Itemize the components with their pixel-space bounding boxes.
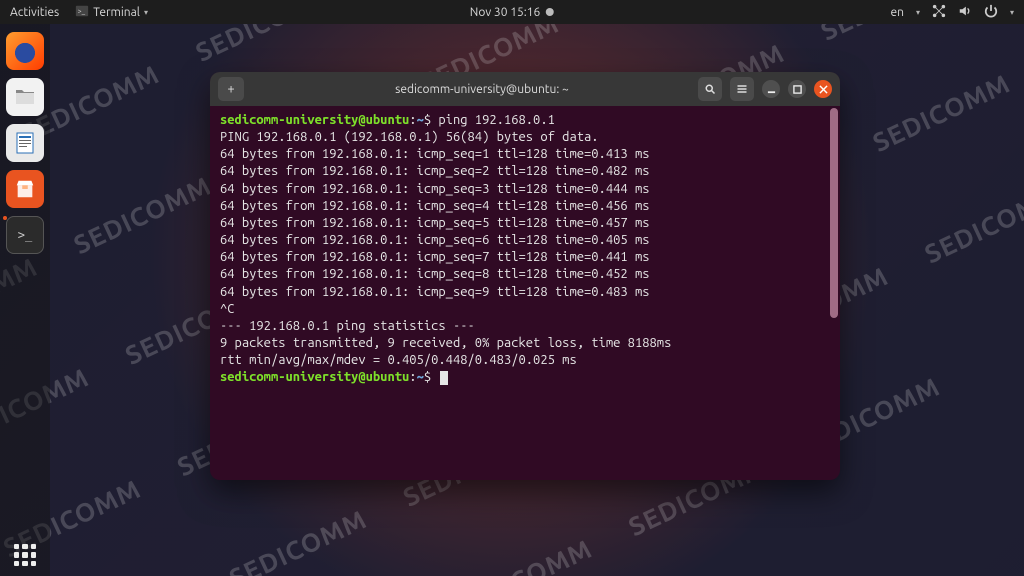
output-line: 64 bytes from 192.168.0.1: icmp_seq=4 tt… bbox=[220, 198, 830, 215]
clock[interactable]: Nov 30 15:16 bbox=[470, 6, 554, 19]
output-line: 9 packets transmitted, 9 received, 0% pa… bbox=[220, 335, 830, 352]
notification-dot-icon bbox=[546, 8, 554, 16]
output-line: 64 bytes from 192.168.0.1: icmp_seq=6 tt… bbox=[220, 232, 830, 249]
apps-grid-icon bbox=[14, 544, 36, 566]
prompt-user: sedicomm-university@ubuntu bbox=[220, 370, 409, 384]
chevron-down-icon: ▾ bbox=[916, 8, 920, 17]
cursor-icon bbox=[440, 371, 448, 385]
svg-text:>_: >_ bbox=[78, 7, 86, 15]
terminal-icon: >_ bbox=[75, 4, 89, 21]
volume-icon[interactable] bbox=[958, 4, 972, 21]
prompt-path: ~ bbox=[417, 370, 424, 384]
output-line: 64 bytes from 192.168.0.1: icmp_seq=1 tt… bbox=[220, 146, 830, 163]
output-line: ^C bbox=[220, 301, 830, 318]
dock-writer[interactable] bbox=[6, 124, 44, 162]
lang-indicator[interactable]: en bbox=[890, 6, 903, 19]
prompt-tail: $ bbox=[424, 370, 431, 384]
output-line: 64 bytes from 192.168.0.1: icmp_seq=5 tt… bbox=[220, 215, 830, 232]
app-menu[interactable]: >_ Terminal ▾ bbox=[75, 4, 148, 21]
show-applications[interactable] bbox=[0, 544, 50, 566]
output-line: 64 bytes from 192.168.0.1: icmp_seq=3 tt… bbox=[220, 181, 830, 198]
window-maximize-button[interactable] bbox=[788, 80, 806, 98]
gnome-topbar: Activities >_ Terminal ▾ Nov 30 15:16 en… bbox=[0, 0, 1024, 24]
output-line: 64 bytes from 192.168.0.1: icmp_seq=2 tt… bbox=[220, 163, 830, 180]
output-line: --- 192.168.0.1 ping statistics --- bbox=[220, 318, 830, 335]
dock bbox=[0, 24, 50, 576]
window-title: sedicomm-university@ubuntu: ~ bbox=[308, 83, 656, 96]
prompt-user: sedicomm-university@ubuntu bbox=[220, 113, 409, 127]
terminal-window: + sedicomm-university@ubuntu: ~ sedicomm… bbox=[210, 72, 840, 480]
power-icon[interactable] bbox=[984, 4, 998, 21]
activities-button[interactable]: Activities bbox=[10, 6, 59, 19]
command-text: ping 192.168.0.1 bbox=[438, 113, 554, 127]
scrollbar[interactable] bbox=[830, 108, 838, 318]
terminal-body[interactable]: sedicomm-university@ubuntu:~$ ping 192.1… bbox=[210, 106, 840, 480]
chevron-down-icon: ▾ bbox=[144, 8, 148, 17]
prompt-tail: $ bbox=[424, 113, 431, 127]
prompt-line: sedicomm-university@ubuntu:~$ ping 192.1… bbox=[220, 112, 830, 129]
dock-firefox[interactable] bbox=[6, 32, 44, 70]
search-button[interactable] bbox=[698, 77, 722, 101]
prompt-line: sedicomm-university@ubuntu:~$ bbox=[220, 369, 830, 386]
prompt-path: ~ bbox=[417, 113, 424, 127]
output-line: 64 bytes from 192.168.0.1: icmp_seq=8 tt… bbox=[220, 266, 830, 283]
dock-software[interactable] bbox=[6, 170, 44, 208]
output-line: 64 bytes from 192.168.0.1: icmp_seq=9 tt… bbox=[220, 284, 830, 301]
output-line: 64 bytes from 192.168.0.1: icmp_seq=7 tt… bbox=[220, 249, 830, 266]
new-tab-button[interactable]: + bbox=[218, 77, 244, 101]
output-line: rtt min/avg/max/mdev = 0.405/0.448/0.483… bbox=[220, 352, 830, 369]
hamburger-menu-button[interactable] bbox=[730, 77, 754, 101]
dock-terminal[interactable] bbox=[6, 216, 44, 254]
clock-label: Nov 30 15:16 bbox=[470, 6, 540, 19]
network-icon[interactable] bbox=[932, 4, 946, 21]
app-menu-label: Terminal bbox=[93, 6, 140, 19]
window-titlebar[interactable]: + sedicomm-university@ubuntu: ~ bbox=[210, 72, 840, 106]
window-close-button[interactable] bbox=[814, 80, 832, 98]
output-line: PING 192.168.0.1 (192.168.0.1) 56(84) by… bbox=[220, 129, 830, 146]
dock-files[interactable] bbox=[6, 78, 44, 116]
window-minimize-button[interactable] bbox=[762, 80, 780, 98]
chevron-down-icon: ▾ bbox=[1010, 8, 1014, 17]
